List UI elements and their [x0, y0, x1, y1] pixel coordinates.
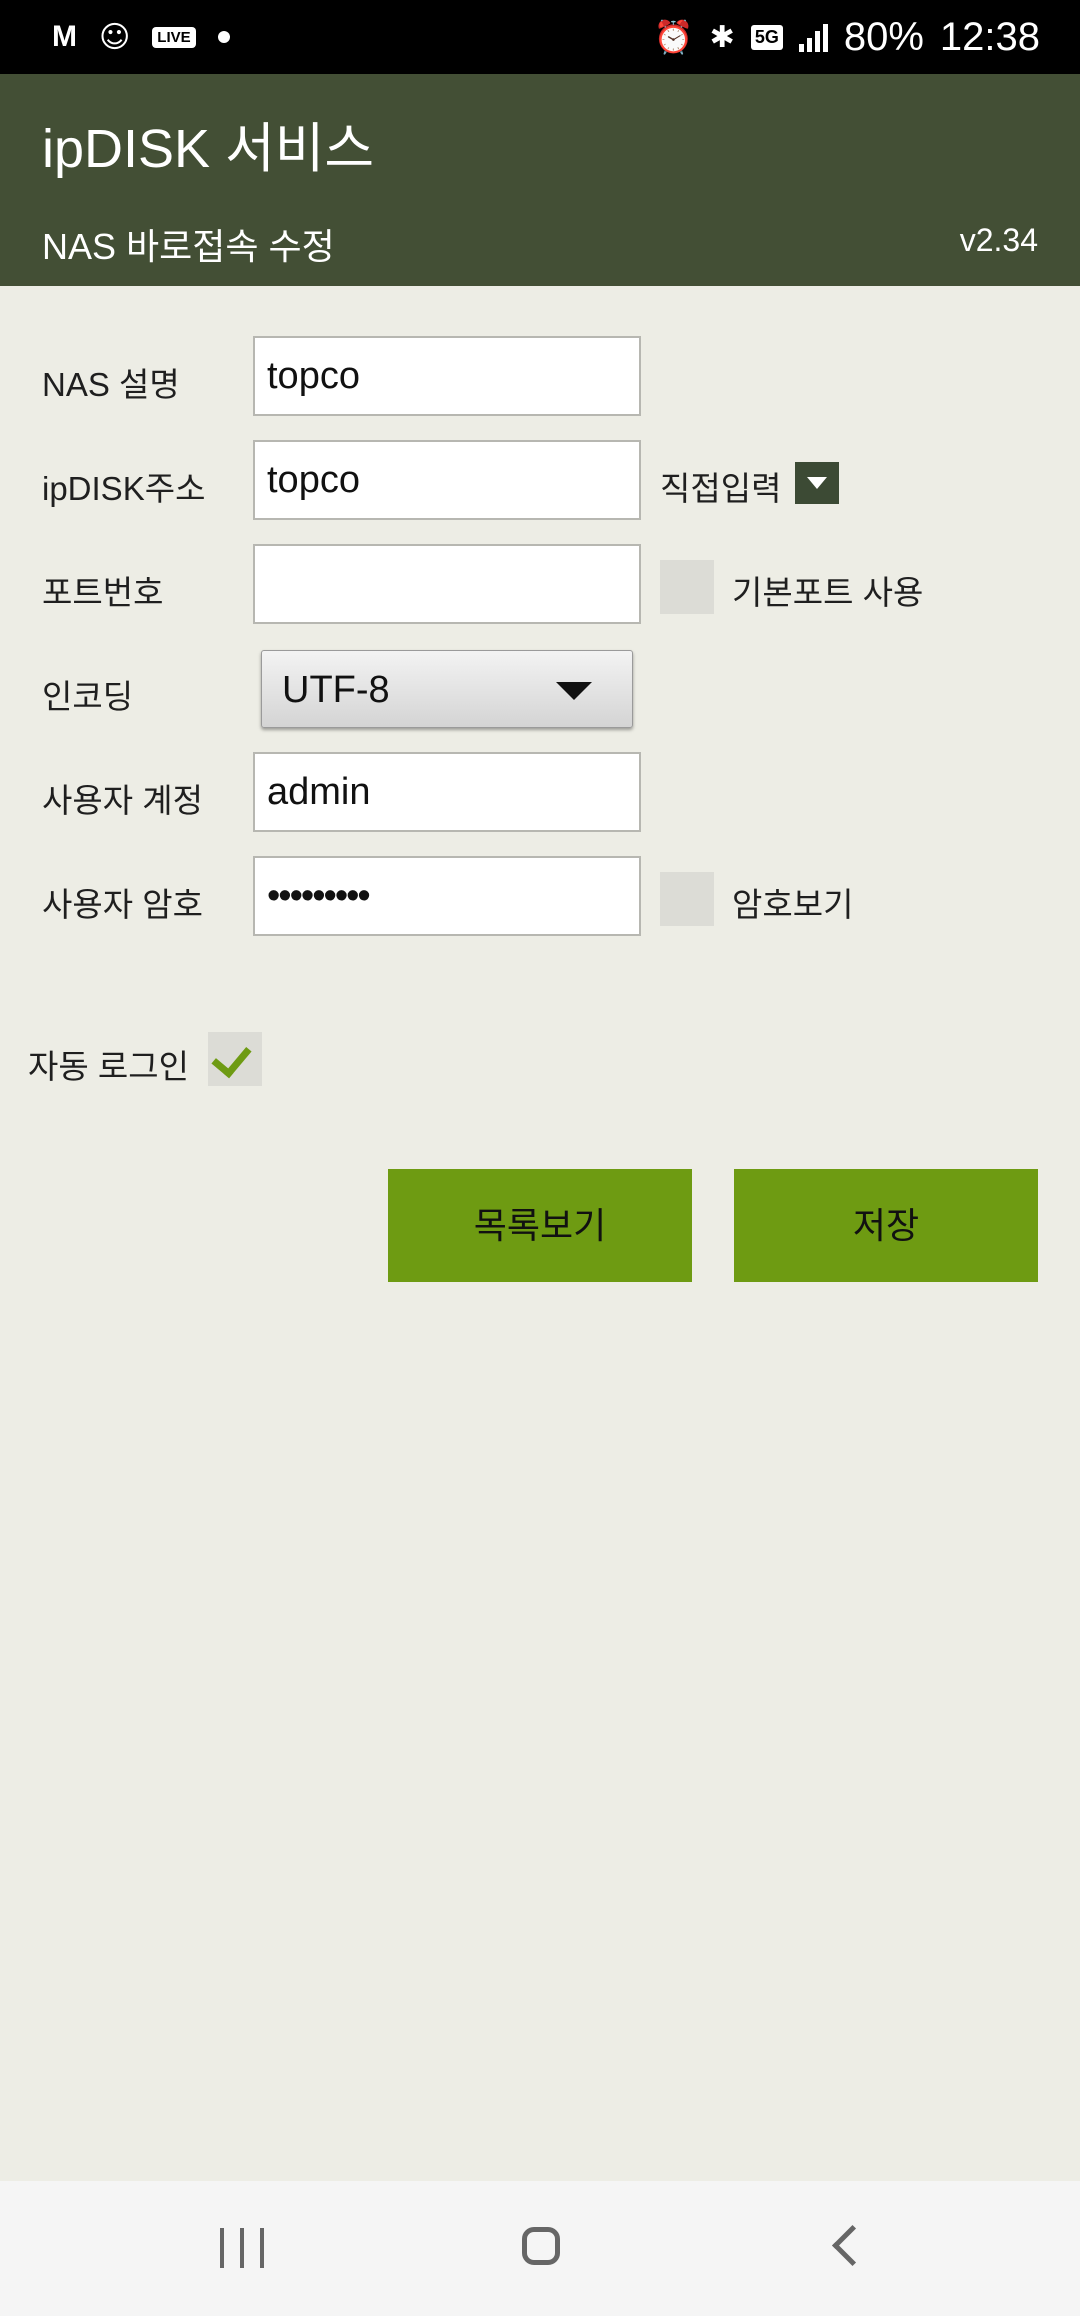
status-left-icons: M ☺ LIVE [52, 0, 230, 74]
direct-input-dropdown-icon[interactable] [795, 462, 839, 504]
recent-apps-icon[interactable] [220, 2228, 264, 2268]
back-icon[interactable] [831, 2224, 874, 2267]
default-port-checkbox[interactable] [660, 560, 714, 614]
nas-description-label: NAS 설명 [42, 366, 180, 403]
check-icon [211, 1036, 252, 1079]
more-notifications-dot-icon [217, 31, 230, 43]
nas-description-input[interactable]: topco [253, 336, 641, 416]
bluetooth-icon: ✱ [709, 20, 735, 54]
system-navigation-bar [0, 2181, 1080, 2316]
status-bar: M ☺ LIVE ⏰ ✱ 5G 80% 12:38 [0, 0, 1080, 74]
show-password-checkbox[interactable] [660, 872, 714, 926]
save-button[interactable]: 저장 [734, 1169, 1038, 1282]
version-text: v2.34 [959, 222, 1038, 258]
status-right-icons: ⏰ ✱ 5G 80% 12:38 [654, 0, 1040, 74]
app-title: ipDISK 서비스 [42, 119, 375, 179]
encoding-label: 인코딩 [42, 678, 134, 715]
direct-input-label: 직접입력 [660, 470, 782, 507]
app-notification-icon: ☺ [99, 19, 131, 55]
port-number-input[interactable] [253, 544, 641, 624]
encoding-select[interactable]: UTF-8 [261, 650, 633, 728]
ipdisk-address-label: ipDISK주소 [42, 470, 206, 507]
view-list-button[interactable]: 목록보기 [388, 1169, 692, 1282]
default-port-label: 기본포트 사용 [732, 574, 924, 611]
auto-login-label: 자동 로그인 [28, 1048, 189, 1085]
clock-text: 12:38 [939, 14, 1040, 59]
live-icon: LIVE [152, 26, 196, 48]
user-password-label: 사용자 암호 [42, 886, 203, 923]
screen-subtitle: NAS 바로접속 수정 [42, 226, 335, 267]
chevron-down-icon [556, 682, 592, 700]
ipdisk-address-input[interactable]: topco [253, 440, 641, 520]
signal-icon [798, 22, 828, 52]
user-account-label: 사용자 계정 [42, 782, 203, 819]
gmail-icon: M [52, 20, 77, 53]
alarm-icon: ⏰ [653, 19, 694, 55]
battery-text: 80% [843, 14, 924, 59]
home-icon[interactable] [522, 2227, 560, 2265]
show-password-label: 암호보기 [732, 886, 854, 923]
user-account-input[interactable]: admin [253, 752, 641, 832]
user-password-input[interactable]: ••••••••• [253, 856, 641, 936]
network-5g-icon: 5G [750, 24, 783, 50]
app-bar: ipDISK 서비스 NAS 바로접속 수정 v2.34 [0, 74, 1080, 286]
port-number-label: 포트번호 [42, 574, 164, 611]
encoding-selected-value: UTF-8 [282, 669, 390, 711]
auto-login-checkbox[interactable] [208, 1032, 262, 1086]
